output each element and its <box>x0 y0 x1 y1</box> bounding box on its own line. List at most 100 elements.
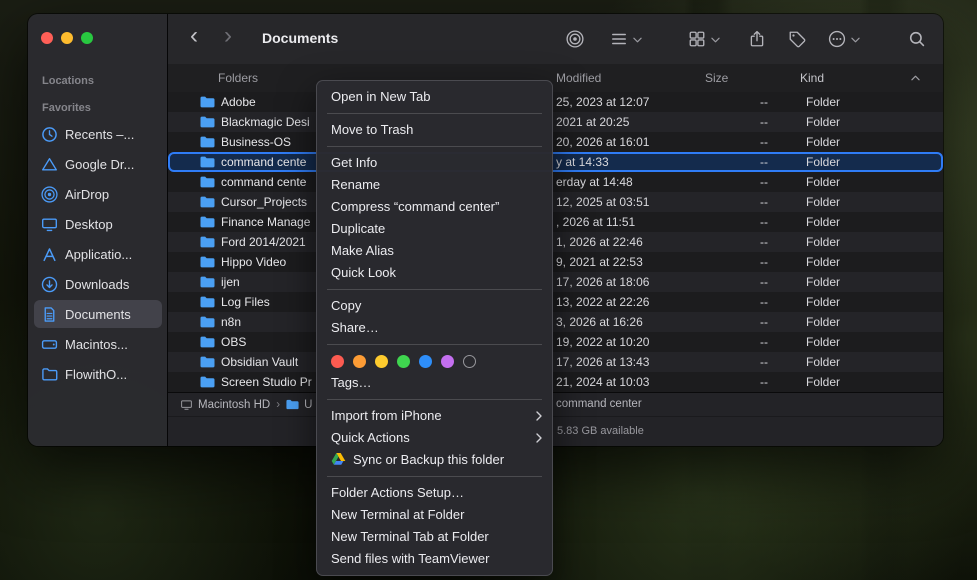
sidebar-item-applicatio[interactable]: Applicatio... <box>34 240 162 268</box>
file-row-ford-2014-2021[interactable]: Ford 2014/20211, 2026 at 22:46--Folder <box>168 232 943 252</box>
tag-icon[interactable] <box>788 30 806 48</box>
menu-item-open-in-new-tab[interactable]: Open in New Tab <box>317 86 552 108</box>
sidebar-item-label: Documents <box>65 307 131 322</box>
file-row-blackmagic-desi[interactable]: Blackmagic Desi2021 at 20:25--Folder <box>168 112 943 132</box>
menu-tags-row <box>317 350 552 372</box>
file-row-adobe[interactable]: Adobe25, 2023 at 12:07--Folder <box>168 92 943 112</box>
sidebar-section-locations: Locations <box>34 64 162 91</box>
menu-item-duplicate[interactable]: Duplicate <box>317 218 552 240</box>
sidebar-item-documents[interactable]: Documents <box>34 300 162 328</box>
sort-chevron-up-icon[interactable] <box>911 75 920 81</box>
sidebar: LocationsFavoritesRecents –...Google Dr.… <box>28 14 168 446</box>
file-row-command-cente[interactable]: command centeerday at 14:48--Folder <box>168 172 943 192</box>
more-icon[interactable] <box>828 30 846 48</box>
sidebar-item-recents[interactable]: Recents –... <box>34 120 162 148</box>
tag-purple-button[interactable] <box>441 355 454 368</box>
menu-item-label: Tags… <box>331 375 371 390</box>
menu-item-label: Import from iPhone <box>331 408 442 423</box>
menu-item-sync-or-backup-this-folder[interactable]: Sync or Backup this folder <box>317 449 552 471</box>
zoom-button[interactable] <box>81 32 93 44</box>
file-name: ijen <box>221 275 240 289</box>
sidebar-item-downloads[interactable]: Downloads <box>34 270 162 298</box>
column-header-kind[interactable]: Kind <box>800 71 824 85</box>
tag-red-button[interactable] <box>331 355 344 368</box>
menu-item-folder-actions-setup[interactable]: Folder Actions Setup… <box>317 482 552 504</box>
file-date-modified: 25, 2023 at 12:07 <box>556 95 649 109</box>
menu-item-label: Send files with TeamViewer <box>331 551 490 566</box>
share-icon[interactable] <box>748 30 766 48</box>
search-icon[interactable] <box>908 30 926 48</box>
airdrop-icon[interactable] <box>566 30 584 48</box>
chevron-down-icon[interactable] <box>851 37 860 43</box>
menu-item-label: Quick Actions <box>331 430 410 445</box>
file-row-n8n[interactable]: n8n3, 2026 at 16:26--Folder <box>168 312 943 332</box>
tag-orange-button[interactable] <box>353 355 366 368</box>
chevron-down-icon[interactable] <box>711 37 720 43</box>
column-header-date-modified[interactable]: Modified <box>556 71 601 85</box>
sidebar-item-airdrop[interactable]: AirDrop <box>34 180 162 208</box>
tag-green-button[interactable] <box>397 355 410 368</box>
sidebar-item-desktop[interactable]: Desktop <box>34 210 162 238</box>
menu-item-get-info[interactable]: Get Info <box>317 152 552 174</box>
file-size: -- <box>708 235 768 249</box>
path-mid-label: U <box>304 399 312 411</box>
sidebar-item-macintos[interactable]: Macintos... <box>34 330 162 358</box>
path-segment-mid[interactable]: U <box>286 398 312 411</box>
main-area: ‹ › Documents Folders Modified Size Kind… <box>168 14 943 446</box>
menu-item-new-terminal-at-folder[interactable]: New Terminal at Folder <box>317 504 552 526</box>
menu-item-make-alias[interactable]: Make Alias <box>317 240 552 262</box>
sidebar-item-flowitho[interactable]: FlowithO... <box>34 360 162 388</box>
tag-blue-button[interactable] <box>419 355 432 368</box>
menu-item-copy[interactable]: Copy <box>317 295 552 317</box>
menu-item-import-from-iphone[interactable]: Import from iPhone <box>317 405 552 427</box>
menu-item-share[interactable]: Share… <box>317 317 552 339</box>
file-row-ijen[interactable]: ijen17, 2026 at 18:06--Folder <box>168 272 943 292</box>
path-separator: › <box>276 399 280 411</box>
menu-item-rename[interactable]: Rename <box>317 174 552 196</box>
airdrop-icon <box>41 186 58 203</box>
menu-item-label: Duplicate <box>331 221 385 236</box>
minimize-button[interactable] <box>61 32 73 44</box>
file-row-obs[interactable]: OBS19, 2022 at 10:20--Folder <box>168 332 943 352</box>
menu-item-tags[interactable]: Tags… <box>317 372 552 394</box>
menu-item-label: Folder Actions Setup… <box>331 485 464 500</box>
menu-item-compress-command-center[interactable]: Compress “command center” <box>317 196 552 218</box>
file-row-screen-studio-pr[interactable]: Screen Studio Pr21, 2024 at 10:03--Folde… <box>168 372 943 392</box>
file-row-command-cente[interactable]: command centey at 14:33--Folder <box>168 152 943 172</box>
file-row-cursor-projects[interactable]: Cursor_Projects12, 2025 at 03:51--Folder <box>168 192 943 212</box>
close-button[interactable] <box>41 32 53 44</box>
back-button[interactable]: ‹ <box>190 22 198 50</box>
group-view-icon[interactable] <box>688 30 706 48</box>
file-size: -- <box>708 115 768 129</box>
file-name: Obsidian Vault <box>221 355 298 369</box>
menu-item-quick-look[interactable]: Quick Look <box>317 262 552 284</box>
file-row-hippo-video[interactable]: Hippo Video9, 2021 at 22:53--Folder <box>168 252 943 272</box>
menu-item-quick-actions[interactable]: Quick Actions <box>317 427 552 449</box>
column-header-name[interactable]: Folders <box>218 71 258 85</box>
menu-item-new-terminal-tab-at-folder[interactable]: New Terminal Tab at Folder <box>317 526 552 548</box>
menu-item-label: Rename <box>331 177 380 192</box>
window-title: Documents <box>262 30 338 46</box>
file-row-obsidian-vault[interactable]: Obsidian Vault17, 2026 at 13:43--Folder <box>168 352 943 372</box>
chevron-down-icon[interactable] <box>633 37 642 43</box>
sidebar-item-label: Desktop <box>65 217 113 232</box>
sidebar-item-google-dr[interactable]: Google Dr... <box>34 150 162 178</box>
menu-item-send-files-with-teamviewer[interactable]: Send files with TeamViewer <box>317 548 552 570</box>
file-row-finance-manage[interactable]: Finance Manage, 2026 at 11:51--Folder <box>168 212 943 232</box>
file-row-business-os[interactable]: Business-OS20, 2026 at 16:01--Folder <box>168 132 943 152</box>
forward-button[interactable]: › <box>224 22 232 50</box>
path-segment-disk[interactable]: Macintosh HD <box>180 398 270 411</box>
file-size: -- <box>708 335 768 349</box>
path-segment-current[interactable]: command center <box>556 398 642 410</box>
list-view-icon[interactable] <box>610 30 628 48</box>
tag-none-button[interactable] <box>463 355 476 368</box>
sidebar-item-label: Macintos... <box>65 337 128 352</box>
folder-icon <box>286 398 299 411</box>
menu-separator <box>327 289 542 290</box>
file-row-log-files[interactable]: Log Files13, 2022 at 22:26--Folder <box>168 292 943 312</box>
menu-item-move-to-trash[interactable]: Move to Trash <box>317 119 552 141</box>
folder-icon <box>200 376 215 388</box>
column-header-size[interactable]: Size <box>705 71 728 85</box>
tag-yellow-button[interactable] <box>375 355 388 368</box>
folder-icon <box>200 356 215 368</box>
